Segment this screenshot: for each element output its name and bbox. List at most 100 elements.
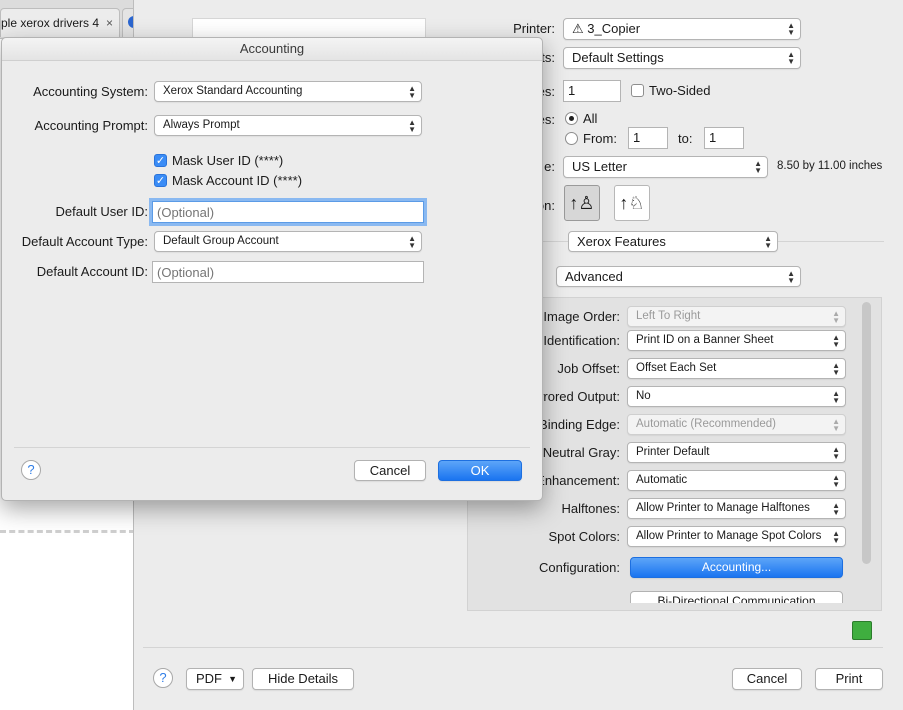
browser-tab-title: ple xerox drivers 4 (1, 16, 100, 30)
pages-all-radio[interactable] (565, 112, 578, 125)
popup-arrows-icon: ▲ ▼ (832, 416, 840, 433)
default-account-type-value: Default Group Account (163, 235, 279, 247)
mask-account-id-label: Mask Account ID (****) (172, 173, 303, 188)
feature-value: Allow Printer to Manage Halftones (636, 502, 810, 514)
popup-arrows-icon: ▲ ▼ (408, 233, 416, 250)
accounting-sheet: Accounting Accounting System: Xerox Stan… (1, 37, 543, 501)
pages-to-field[interactable]: 1 (704, 127, 744, 149)
popup-arrows-icon: ▲ ▼ (832, 332, 840, 349)
feature-popup[interactable]: Automatic ▲ ▼ (627, 470, 846, 491)
portrait-orientation-icon[interactable]: ↑♙ (564, 185, 600, 221)
feature-popup[interactable]: Automatic (Recommended) ▲ ▼ (627, 414, 846, 435)
feature-popup[interactable]: Print ID on a Banner Sheet ▲ ▼ (627, 330, 846, 351)
popup-arrows-icon: ▲ ▼ (832, 444, 840, 461)
bidi-communication-button[interactable]: Bi-Directional Communication (630, 591, 843, 603)
status-icon (852, 621, 872, 640)
printer-popup[interactable]: ⚠ 3_Copier ▲ ▼ (563, 18, 801, 40)
copies-field[interactable]: 1 (563, 80, 621, 102)
two-sided-checkbox[interactable] (631, 84, 644, 97)
feature-value: Automatic (Recommended) (636, 418, 776, 430)
accounting-prompt-label: Accounting Prompt: (34, 118, 148, 133)
feature-value: Left To Right (636, 310, 701, 322)
feature-popup[interactable]: Printer Default ▲ ▼ (627, 442, 846, 463)
accounting-divider (14, 447, 530, 448)
pages-from-field[interactable]: 1 (628, 127, 668, 149)
popup-arrows-icon: ▲ ▼ (832, 360, 840, 377)
presets-value: Default Settings (572, 50, 664, 65)
printer-value: ⚠ 3_Copier (572, 21, 641, 36)
scrollbar[interactable] (862, 302, 871, 564)
accounting-cancel-button[interactable]: Cancel (354, 460, 426, 481)
default-account-id-label: Default Account ID: (36, 264, 148, 279)
two-sided-label: Two-Sided (649, 83, 711, 98)
mask-account-id-checkbox[interactable]: ✓ (154, 174, 167, 187)
check-icon: ✓ (155, 155, 166, 167)
popup-arrows-icon: ▲ ▼ (764, 233, 772, 250)
configuration-label: Configuration: (539, 560, 620, 575)
landscape-orientation-icon[interactable]: ↑♘ (614, 185, 650, 221)
popup-arrows-icon: ▲ ▼ (787, 21, 795, 37)
printer-label: Printer: (513, 21, 555, 36)
popup-arrows-icon: ▲ ▼ (832, 500, 840, 517)
feature-popup[interactable]: Left To Right ▲ ▼ (627, 306, 846, 327)
accounting-button[interactable]: Accounting... (630, 557, 843, 578)
dashed-divider (0, 530, 135, 533)
feature-label: Halftones: (561, 501, 620, 516)
feature-popup[interactable]: Offset Each Set ▲ ▼ (627, 358, 846, 379)
mask-user-id-label: Mask User ID (****) (172, 153, 284, 168)
accounting-system-label: Accounting System: (33, 84, 148, 99)
default-user-id-label: Default User ID: (55, 204, 148, 219)
hide-details-button[interactable]: Hide Details (252, 668, 354, 690)
accounting-system-popup[interactable]: Xerox Standard Accounting ▲ ▼ (154, 81, 422, 102)
popup-arrows-icon: ▲ ▼ (787, 50, 795, 66)
pdf-menu-button[interactable]: PDF ▼ (186, 668, 244, 690)
feature-value: Printer Default (636, 446, 710, 458)
feature-value: Automatic (636, 474, 688, 486)
popup-arrows-icon: ▲ ▼ (787, 268, 795, 285)
accounting-prompt-popup[interactable]: Always Prompt ▲ ▼ (154, 115, 422, 136)
footer-divider (143, 647, 883, 648)
browser-tab[interactable]: ple xerox drivers 4 × (0, 8, 120, 37)
help-icon[interactable]: ? (21, 460, 41, 480)
paper-dimensions: 8.50 by 11.00 inches (777, 160, 883, 172)
feature-popup[interactable]: No ▲ ▼ (627, 386, 846, 407)
mask-user-id-checkbox[interactable]: ✓ (154, 154, 167, 167)
popup-arrows-icon: ▲ ▼ (408, 117, 416, 134)
bidi-button-clip: Bi-Directional Communication (630, 591, 843, 603)
presets-popup[interactable]: Default Settings ▲ ▼ (563, 47, 801, 69)
feature-popup[interactable]: Allow Printer to Manage Halftones ▲ ▼ (627, 498, 846, 519)
accounting-system-value: Xerox Standard Accounting (163, 85, 303, 97)
popup-arrows-icon: ▲ ▼ (832, 528, 840, 545)
close-icon[interactable]: × (106, 9, 113, 37)
popup-arrows-icon: ▲ ▼ (832, 472, 840, 489)
check-icon: ✓ (155, 175, 166, 187)
section-popup-value: Xerox Features (577, 234, 666, 249)
pages-from-radio[interactable] (565, 132, 578, 145)
subsection-popup[interactable]: Advanced ▲ ▼ (556, 266, 801, 287)
feature-value: Print ID on a Banner Sheet (636, 334, 774, 346)
pages-all-label: All (583, 111, 598, 126)
feature-popup[interactable]: Allow Printer to Manage Spot Colors ▲ ▼ (627, 526, 846, 547)
feature-value: No (636, 390, 651, 402)
default-account-id-field[interactable] (152, 261, 424, 283)
pdf-label: PDF (196, 671, 222, 686)
print-cancel-button[interactable]: Cancel (732, 668, 802, 690)
popup-arrows-icon: ▲ ▼ (408, 83, 416, 100)
feature-value: Allow Printer to Manage Spot Colors (636, 530, 822, 542)
feature-value: Offset Each Set (636, 362, 717, 374)
accounting-title: Accounting (2, 38, 542, 61)
accounting-prompt-value: Always Prompt (163, 119, 240, 131)
accounting-ok-button[interactable]: OK (438, 460, 522, 481)
default-user-id-field[interactable] (152, 201, 424, 223)
pages-from-label: From: (583, 131, 617, 146)
paper-size-popup[interactable]: US Letter ▲ ▼ (563, 156, 768, 178)
feature-label: Spot Colors: (548, 529, 620, 544)
subsection-popup-value: Advanced (565, 269, 623, 284)
popup-arrows-icon: ▲ ▼ (832, 388, 840, 405)
default-account-type-label: Default Account Type: (21, 234, 148, 249)
section-popup[interactable]: Xerox Features ▲ ▼ (568, 231, 778, 252)
help-icon[interactable]: ? (153, 668, 173, 688)
print-button[interactable]: Print (815, 668, 883, 690)
chevron-down-icon: ▼ (228, 674, 237, 684)
default-account-type-popup[interactable]: Default Group Account ▲ ▼ (154, 231, 422, 252)
